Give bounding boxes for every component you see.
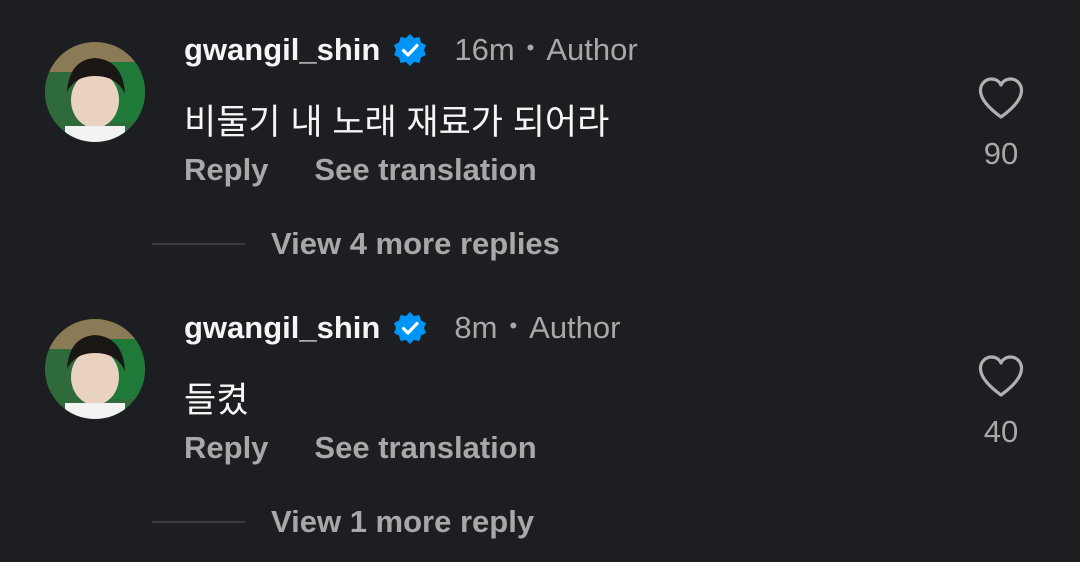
avatar[interactable]: [45, 42, 145, 142]
avatar[interactable]: [45, 319, 145, 419]
view-replies-button[interactable]: View 4 more replies: [152, 226, 560, 262]
like-control: 40: [970, 354, 1032, 450]
username[interactable]: gwangil_shin: [184, 310, 380, 346]
see-translation-button[interactable]: See translation: [314, 430, 536, 466]
verified-badge-icon: [392, 32, 428, 68]
heart-icon[interactable]: [970, 76, 1032, 120]
comment-text: 비둘기 내 노래 재료가 되어라: [184, 103, 610, 142]
verified-badge-icon: [392, 310, 428, 346]
author-label: Author: [529, 310, 621, 345]
reply-button[interactable]: Reply: [184, 430, 268, 466]
separator-dot: •: [509, 313, 518, 338]
like-count: 40: [983, 414, 1019, 449]
comment-actions: Reply See translation: [184, 152, 537, 188]
separator-dot: •: [526, 35, 535, 60]
reply-button[interactable]: Reply: [184, 152, 268, 188]
divider-line: [152, 243, 245, 245]
view-replies-button[interactable]: View 1 more reply: [152, 504, 534, 540]
heart-icon[interactable]: [970, 354, 1032, 398]
see-translation-button[interactable]: See translation: [314, 152, 536, 188]
comment-text: 들켰: [184, 381, 249, 420]
username[interactable]: gwangil_shin: [184, 32, 380, 68]
divider-line: [152, 521, 245, 523]
comment-actions: Reply See translation: [184, 430, 537, 466]
timestamp: 8m: [454, 310, 498, 345]
comment-header: gwangil_shin 16m • Author: [184, 32, 638, 68]
view-replies-label[interactable]: View 4 more replies: [271, 226, 560, 262]
timestamp: 16m: [454, 32, 515, 67]
like-control: 90: [970, 76, 1032, 172]
author-label: Author: [546, 32, 638, 67]
comment-header: gwangil_shin 8m • Author: [184, 310, 620, 346]
like-count: 90: [983, 136, 1019, 171]
view-replies-label[interactable]: View 1 more reply: [271, 504, 534, 540]
